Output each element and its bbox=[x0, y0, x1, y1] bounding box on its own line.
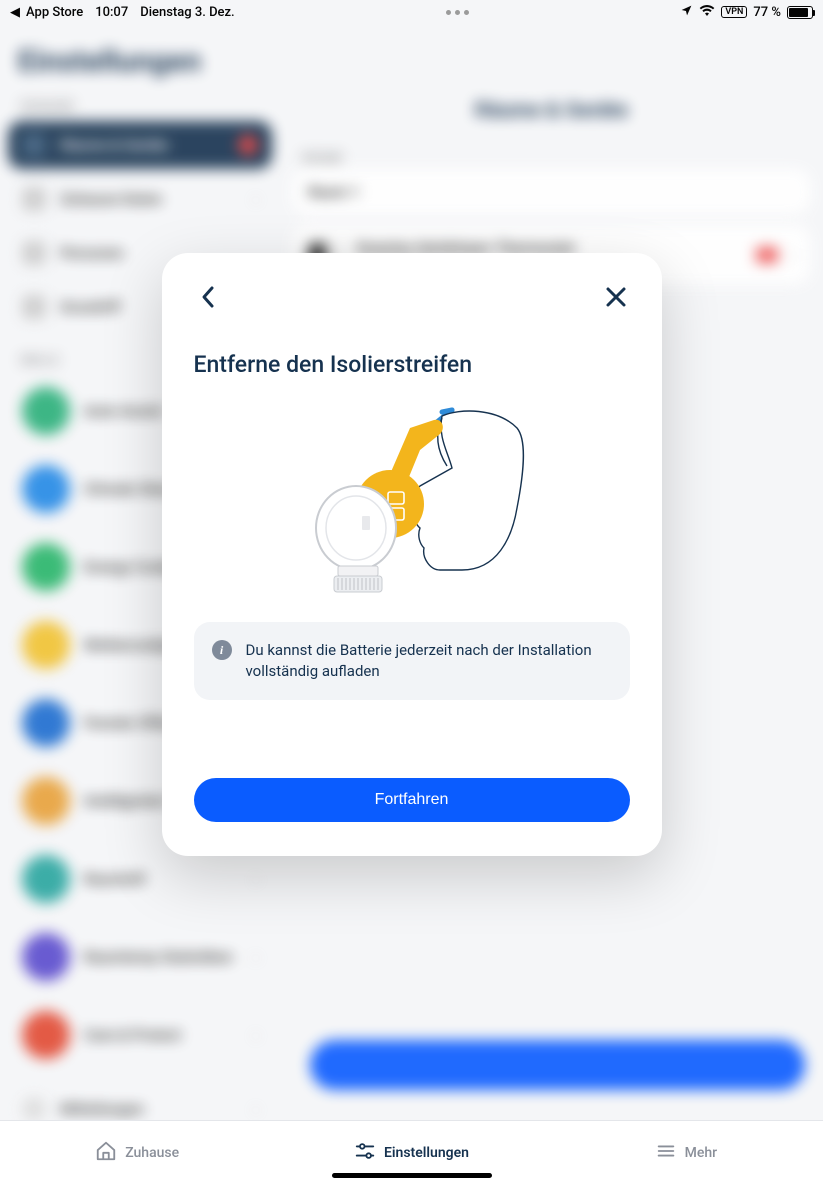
tab-home-label: Zuhause bbox=[125, 1145, 179, 1161]
tab-home[interactable]: Zuhause bbox=[0, 1121, 274, 1184]
info-icon: i bbox=[212, 640, 232, 660]
setup-modal: Entferne den Isolierstreifen bbox=[162, 253, 662, 856]
tab-more-label: Mehr bbox=[685, 1145, 717, 1161]
modal-title: Entferne den Isolierstreifen bbox=[194, 351, 630, 378]
info-box: i Du kannst die Batterie jederzeit nach … bbox=[194, 622, 630, 700]
info-text: Du kannst die Batterie jederzeit nach de… bbox=[246, 640, 612, 682]
sliders-icon bbox=[354, 1140, 376, 1166]
tab-more[interactable]: Mehr bbox=[549, 1121, 823, 1184]
menu-icon bbox=[655, 1140, 677, 1166]
isolation-strip-illustration bbox=[194, 378, 630, 622]
back-button[interactable] bbox=[194, 283, 222, 311]
continue-button[interactable]: Fortfahren bbox=[194, 778, 630, 822]
home-indicator[interactable] bbox=[332, 1173, 492, 1178]
tab-settings-label: Einstellungen bbox=[384, 1145, 469, 1161]
close-button[interactable] bbox=[602, 283, 630, 311]
home-icon bbox=[95, 1140, 117, 1166]
